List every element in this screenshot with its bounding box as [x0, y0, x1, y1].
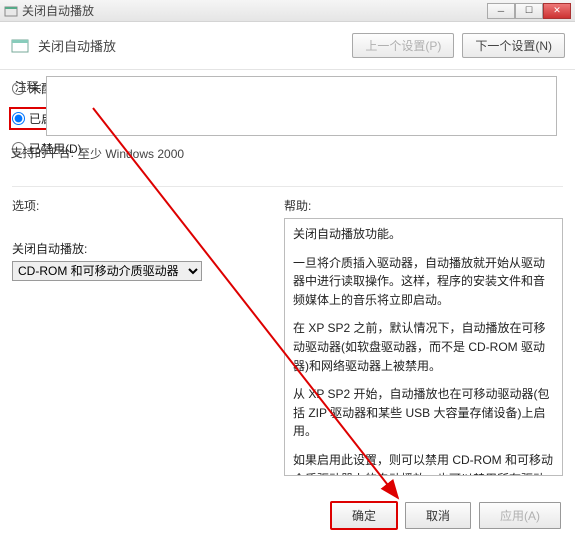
comment-label: 注释:: [2, 76, 42, 95]
help-text: 关闭自动播放功能。 一旦将介质插入驱动器，自动播放就开始从驱动器中进行读取操作。…: [284, 218, 563, 476]
platform-label: 支持的平台:: [2, 142, 74, 161]
header: 关闭自动播放 上一个设置(P) 下一个设置(N): [0, 22, 575, 70]
window-title: 关闭自动播放: [22, 2, 487, 19]
comment-textarea[interactable]: [46, 76, 557, 136]
maximize-button[interactable]: ☐: [515, 3, 543, 19]
page-icon: [10, 36, 30, 56]
prev-setting-button[interactable]: 上一个设置(P): [352, 33, 454, 58]
next-setting-button[interactable]: 下一个设置(N): [462, 33, 565, 58]
app-icon: [4, 4, 18, 18]
titlebar: 关闭自动播放 ─ ☐ ✕: [0, 0, 575, 22]
apply-button[interactable]: 应用(A): [479, 502, 561, 529]
page-title: 关闭自动播放: [38, 36, 352, 55]
option-sub-label: 关闭自动播放:: [12, 240, 272, 257]
help-p1: 关闭自动播放功能。: [293, 225, 554, 244]
help-p3: 在 XP SP2 之前，默认情况下，自动播放在可移动驱动器(如软盘驱动器，而不是…: [293, 319, 554, 375]
ok-button[interactable]: 确定: [331, 502, 397, 529]
help-p2: 一旦将介质插入驱动器，自动播放就开始从驱动器中进行读取操作。这样，程序的安装文件…: [293, 254, 554, 310]
help-p4: 从 XP SP2 开始，自动播放也在可移动驱动器(包括 ZIP 驱动器和某些 U…: [293, 385, 554, 441]
close-button[interactable]: ✕: [543, 3, 571, 19]
platform-value: 至少 Windows 2000: [78, 142, 563, 162]
minimize-button[interactable]: ─: [487, 3, 515, 19]
help-p5: 如果启用此设置，则可以禁用 CD-ROM 和可移动介质驱动器上的自动播放，也可以…: [293, 451, 554, 476]
autoplay-off-dropdown[interactable]: CD-ROM 和可移动介质驱动器: [12, 261, 202, 281]
options-label: 选项:: [12, 197, 272, 214]
cancel-button[interactable]: 取消: [405, 502, 471, 529]
dialog-buttons: 确定 取消 应用(A): [331, 502, 561, 529]
separator: [12, 186, 563, 187]
help-label: 帮助:: [284, 197, 563, 214]
